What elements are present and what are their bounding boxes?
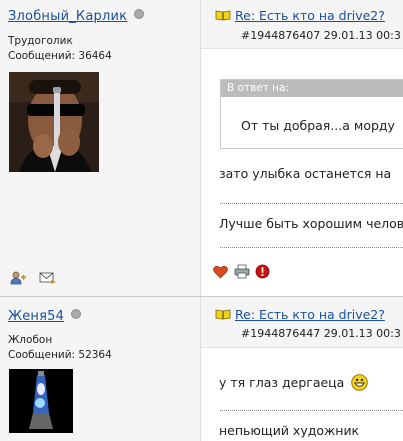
user-actions <box>10 271 65 288</box>
post-tools <box>213 264 272 282</box>
print-icon[interactable] <box>234 264 250 282</box>
open-book-icon <box>215 308 231 320</box>
avatar[interactable] <box>9 369 73 433</box>
post-title: Re: Есть кто на drive2? <box>215 307 385 322</box>
forum-post: Злобный_Карлик Трудоголик Сообщений: 364… <box>0 0 403 296</box>
post-text-line: Лучше быть хорошим челов <box>219 216 403 231</box>
dotted-divider <box>220 247 403 248</box>
forum-post: Женя54 Жлобон Сообщений: 52364 Re: Есть … <box>0 297 403 441</box>
post-meta[interactable]: #1944876447 29.01.13 00:3 <box>241 327 401 340</box>
post-header: Re: Есть кто на drive2? #1944876407 29.0… <box>201 0 403 49</box>
report-icon[interactable] <box>255 264 270 282</box>
post-content: Re: Есть кто на drive2? #1944876447 29.0… <box>201 297 403 441</box>
post-title-link[interactable]: Re: Есть кто на drive2? <box>235 8 385 23</box>
lava-lamp-image <box>9 369 73 433</box>
username-link[interactable]: Женя54 <box>8 309 64 324</box>
avatar[interactable] <box>9 72 99 172</box>
offline-status-icon <box>71 309 82 319</box>
post-title-link[interactable]: Re: Есть кто на drive2? <box>235 307 385 322</box>
username-link[interactable]: Злобный_Карлик <box>8 9 127 24</box>
user-rank: Трудоголик <box>8 35 73 47</box>
post-header: Re: Есть кто на drive2? #1944876447 29.0… <box>201 297 403 348</box>
dotted-divider <box>220 203 403 204</box>
post-text-line: у тя глаз дергаеца <box>219 374 369 394</box>
user-posts-count: Сообщений: 36464 <box>8 50 112 62</box>
heart-icon[interactable] <box>213 265 228 282</box>
add-friend-icon[interactable] <box>10 271 27 288</box>
post-meta[interactable]: #1944876407 29.01.13 00:3 <box>241 29 401 42</box>
open-book-icon <box>215 9 231 21</box>
username-row: Женя54 <box>8 309 82 324</box>
username-row: Злобный_Карлик <box>8 9 145 24</box>
user-panel: Женя54 Жлобон Сообщений: 52364 <box>0 297 200 441</box>
post-title: Re: Есть кто на drive2? <box>215 8 385 23</box>
post-text: у тя глаз дергаеца <box>219 375 345 390</box>
quote-text: От ты добрая...а морду <box>241 118 395 133</box>
avatar-image <box>9 72 99 172</box>
dotted-divider <box>220 410 403 411</box>
post-text-line: непьющий художник <box>219 423 360 438</box>
offline-status-icon <box>134 9 145 19</box>
user-rank: Жлобон <box>8 334 53 346</box>
quote-header: В ответ на: <box>221 80 403 97</box>
send-message-icon[interactable] <box>39 271 57 288</box>
user-panel: Злобный_Карлик Трудоголик Сообщений: 364… <box>0 0 200 296</box>
quote-block: В ответ на: От ты добрая...а морду <box>220 79 403 149</box>
post-text-line: зато улыбка останется на <box>219 166 392 181</box>
grin-emoticon-icon <box>351 374 369 394</box>
user-posts-count: Сообщений: 52364 <box>8 349 112 361</box>
